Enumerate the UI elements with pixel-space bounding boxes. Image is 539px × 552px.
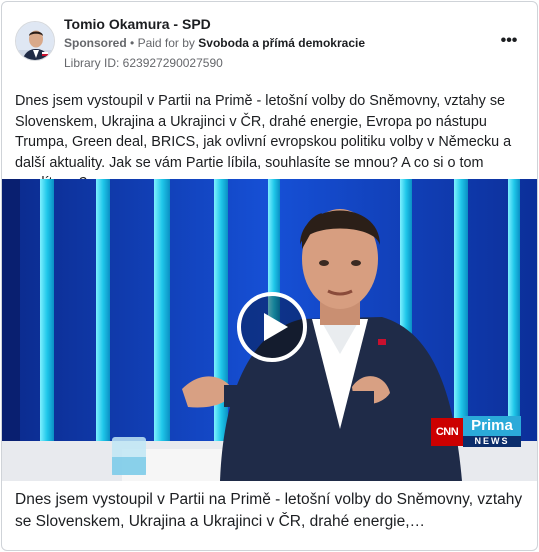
separator: •: [130, 36, 135, 50]
play-icon[interactable]: [236, 291, 308, 363]
news-logo-text: NEWS: [463, 436, 521, 447]
more-dots-icon: •••: [500, 32, 518, 49]
more-options-button[interactable]: •••: [497, 32, 521, 52]
sponsorship-line: Sponsored • Paid for by Svoboda a přímá …: [64, 36, 365, 50]
paid-for-prefix: Paid for by: [137, 36, 195, 50]
avatar-image: [16, 22, 54, 60]
cnn-prima-news-logo: CNN Prima NEWS: [431, 416, 521, 448]
video-player[interactable]: CNN Prima NEWS: [2, 179, 537, 481]
library-id: Library ID: 623927290027590: [64, 56, 223, 70]
sponsored-label: Sponsored: [64, 36, 127, 50]
funder-link[interactable]: Svoboda a přímá demokracie: [198, 36, 365, 50]
ad-card: Tomio Okamura - SPD Sponsored • Paid for…: [1, 1, 538, 551]
cnn-logo-text: CNN: [431, 418, 463, 446]
prima-logo-text: Prima: [463, 416, 521, 436]
page-name[interactable]: Tomio Okamura - SPD: [64, 16, 211, 32]
page-avatar[interactable]: [15, 21, 55, 61]
video-caption[interactable]: Dnes jsem vystoupil v Partii na Primě - …: [15, 489, 529, 533]
